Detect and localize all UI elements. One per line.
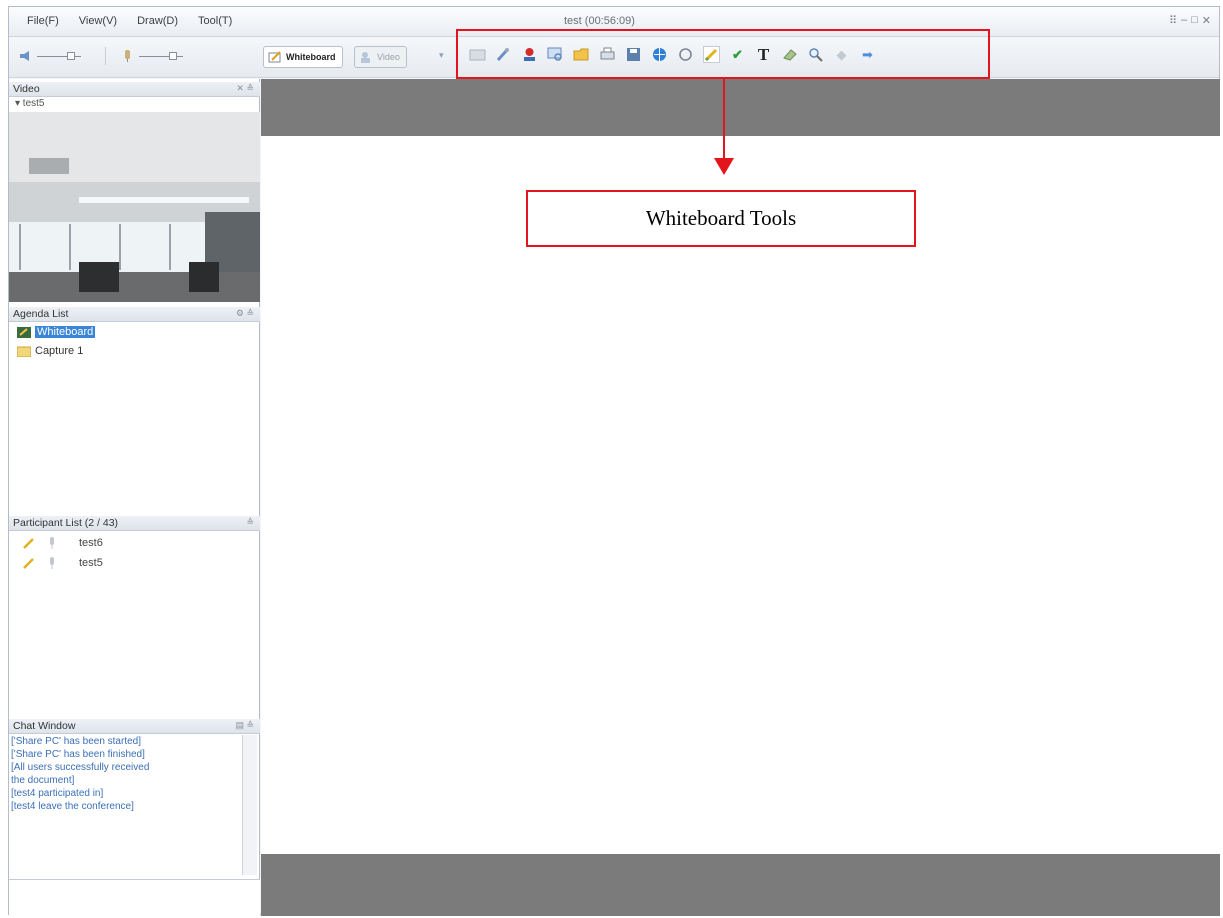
- menu-file[interactable]: File(F): [27, 15, 59, 27]
- participant-name: test5: [79, 557, 103, 569]
- maximize-button[interactable]: □: [1191, 14, 1198, 27]
- tab-dropdown-icon[interactable]: ▾: [439, 50, 444, 61]
- chat-panel-title: Chat Window: [13, 720, 76, 732]
- chat-message: ['Share PC' has been finished]: [11, 749, 145, 760]
- pen-permission-icon: [23, 558, 34, 569]
- microphone-icon: [50, 557, 54, 569]
- app-window: File(F) View(V) Draw(D) Tool(T) test (00…: [8, 6, 1220, 916]
- video-tab-icon: [361, 52, 370, 63]
- whiteboard-item-icon: [17, 326, 31, 338]
- microphone-icon: [50, 537, 54, 549]
- tab-video[interactable]: Video: [354, 46, 407, 68]
- panel-controls-icon[interactable]: ⚙ ≙: [236, 308, 254, 319]
- annotation-label: Whiteboard Tools: [645, 206, 797, 230]
- menu-tool[interactable]: Tool(T): [198, 15, 232, 27]
- folder-icon: [17, 346, 31, 357]
- speaker-volume-slider[interactable]: [37, 51, 81, 60]
- speaker-icon: [20, 51, 29, 61]
- chat-panel-header: Chat Window ▤ ≙: [9, 719, 260, 734]
- agenda-panel-title: Agenda List: [13, 308, 69, 320]
- speaker-volume-knob[interactable]: [67, 51, 75, 60]
- left-panel: Video ✕ ≙ ▾ test5 Agenda List ⚙ ≙ Whiteb…: [9, 79, 260, 916]
- annotation-arrow: [723, 79, 725, 159]
- chat-scrollbar[interactable]: [242, 735, 257, 875]
- minimize-button[interactable]: –: [1181, 14, 1187, 27]
- chat-message: [test4 participated in]: [11, 788, 104, 799]
- mic-volume: [121, 50, 183, 62]
- window-controls: ⠿ – □ ✕: [1169, 14, 1211, 27]
- participant-row[interactable]: test5: [23, 555, 103, 571]
- whiteboard-tab-icon: [268, 51, 281, 63]
- panel-collapse-icon[interactable]: ≙: [246, 517, 254, 528]
- chat-message: [test4 leave the conference]: [11, 801, 134, 812]
- agenda-item-capture[interactable]: Capture 1: [17, 344, 83, 358]
- agenda-item-label: Whiteboard: [35, 326, 96, 338]
- video-panel-title: Video: [13, 83, 40, 95]
- agenda-item-label: Capture 1: [35, 345, 84, 357]
- toolbar-highlight-box: [456, 29, 990, 79]
- video-feed: [9, 112, 260, 302]
- annotation-callout: Whiteboard Tools: [526, 190, 916, 247]
- agenda-panel-header: Agenda List ⚙ ≙: [9, 307, 260, 322]
- menu-bar: File(F) View(V) Draw(D) Tool(T): [27, 15, 232, 27]
- panel-controls-icon[interactable]: ✕ ≙: [236, 83, 254, 94]
- chat-message: the document]: [11, 775, 75, 786]
- participant-panel-header: Participant List (2 / 43) ≙: [9, 516, 260, 531]
- drag-grip-icon[interactable]: ⠿: [1169, 14, 1177, 27]
- menu-draw[interactable]: Draw(D): [137, 15, 178, 27]
- tab-whiteboard-label: Whiteboard: [286, 52, 336, 62]
- mic-volume-knob[interactable]: [169, 51, 177, 60]
- mic-volume-slider[interactable]: [139, 51, 183, 60]
- agenda-item-whiteboard[interactable]: Whiteboard: [17, 325, 96, 339]
- participant-panel-title: Participant List (2 / 43): [13, 517, 119, 529]
- window-title: test (00:56:09): [564, 15, 635, 27]
- chat-log: ['Share PC' has been started] ['Share PC…: [11, 735, 239, 855]
- annotation-arrow-head: [714, 158, 734, 175]
- whiteboard-top-margin: [261, 79, 1220, 136]
- whiteboard-bottom-margin: [261, 854, 1220, 916]
- video-user-label[interactable]: ▾ test5: [15, 98, 44, 109]
- video-panel-header: Video ✕ ≙: [9, 82, 260, 97]
- menu-view[interactable]: View(V): [79, 15, 117, 27]
- conference-room-image: [9, 112, 260, 302]
- microphone-icon: [125, 50, 130, 62]
- tab-video-label: Video: [377, 52, 400, 62]
- divider: [105, 47, 106, 65]
- panel-controls-icon[interactable]: ▤ ≙: [235, 720, 254, 731]
- participant-name: test6: [79, 537, 103, 549]
- close-button[interactable]: ✕: [1202, 14, 1211, 27]
- participant-row[interactable]: test6: [23, 535, 103, 551]
- speaker-volume: [19, 50, 81, 62]
- chat-message: [All users successfully received: [11, 762, 150, 773]
- pen-permission-icon: [23, 538, 34, 549]
- chat-input[interactable]: [9, 879, 260, 916]
- tab-whiteboard[interactable]: Whiteboard: [263, 46, 343, 68]
- chat-message: ['Share PC' has been started]: [11, 736, 142, 747]
